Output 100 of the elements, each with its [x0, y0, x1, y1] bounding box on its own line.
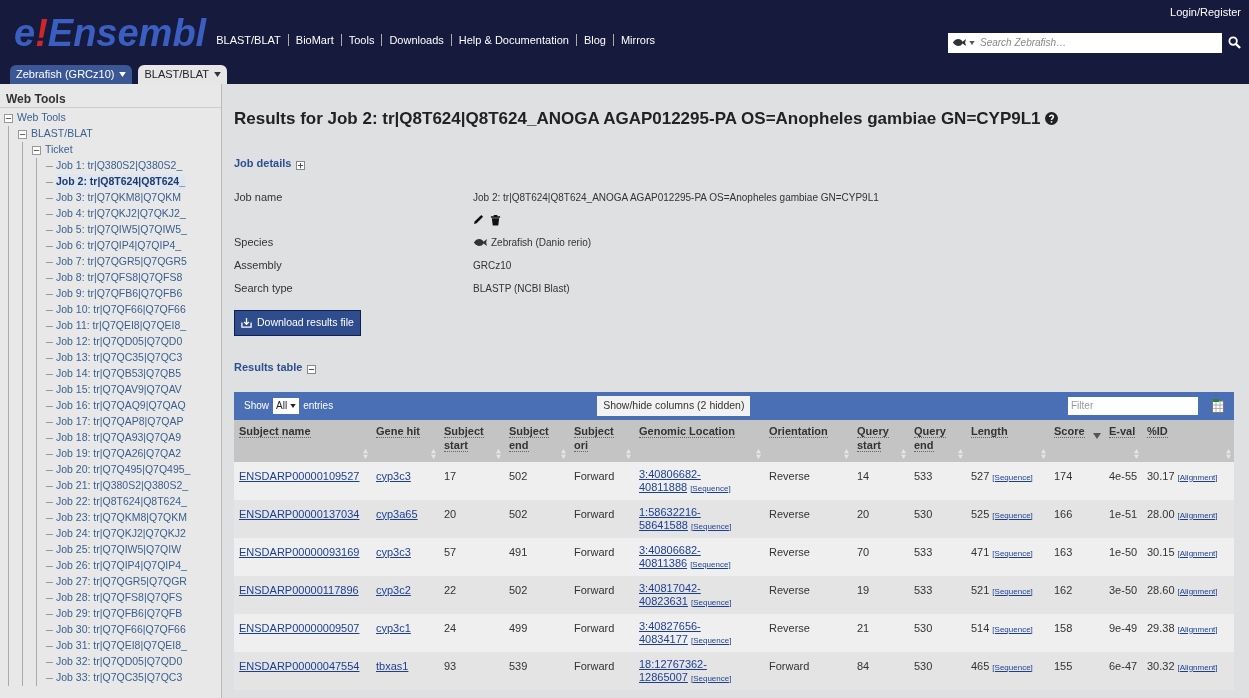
tree-toggle-icon[interactable] — [4, 113, 13, 123]
sequence-link[interactable]: [Sequence] — [690, 635, 732, 645]
sequence-link[interactable]: [Sequence] — [992, 624, 1033, 634]
job-link[interactable]: Job 9: tr|Q7QFB6|Q7QFB6 — [56, 286, 183, 302]
column-header[interactable]: Query start — [852, 419, 909, 462]
sequence-link[interactable]: [Sequence] — [992, 510, 1033, 520]
job-link[interactable]: Job 18: tr|Q7QA93|Q7QA9 — [56, 430, 182, 446]
alignment-link[interactable]: [Alignment] — [1177, 586, 1218, 596]
job-link[interactable]: Job 33: tr|Q7QC35|Q7QC3 — [56, 670, 183, 686]
tree-node[interactable]: BLAST/BLAT — [31, 126, 93, 142]
expand-icon[interactable] — [296, 160, 306, 170]
section-heading[interactable]: Results table — [234, 359, 303, 376]
trash-icon[interactable] — [490, 213, 501, 226]
job-link[interactable]: Job 17: tr|Q7QAP8|Q7QAP — [56, 414, 184, 430]
job-link[interactable]: Job 5: tr|Q7QIW5|Q7QIW5_ — [56, 222, 187, 238]
location-link[interactable]: 12865007 — [639, 670, 688, 683]
job-link[interactable]: Job 16: tr|Q7QAQ9|Q7QAQ — [56, 398, 186, 414]
species-selector[interactable] — [948, 32, 977, 53]
nav-link[interactable]: Mirrors — [620, 31, 656, 48]
gene-link[interactable]: cyp3c1 — [376, 621, 411, 634]
sequence-link[interactable]: [Sequence] — [992, 662, 1033, 672]
column-header[interactable]: Subject ori — [569, 419, 634, 462]
gene-link[interactable]: cyp3a65 — [376, 507, 418, 520]
job-link[interactable]: Job 27: tr|Q7QGR5|Q7QGR — [56, 574, 187, 590]
alignment-link[interactable]: [Alignment] — [1177, 472, 1218, 482]
spreadsheet-icon[interactable] — [1212, 397, 1224, 414]
search-icon[interactable] — [1228, 36, 1241, 49]
job-link[interactable]: Job 22: tr|Q8T624|Q8T624_ — [56, 494, 187, 510]
job-link[interactable]: Job 29: tr|Q7QFB6|Q7QFB — [56, 606, 183, 622]
species-tab[interactable]: Zebrafish (GRCz10) — [10, 65, 133, 84]
nav-link[interactable]: Blog — [583, 31, 606, 48]
column-header[interactable]: Query end — [909, 419, 966, 462]
job-link[interactable]: Job 10: tr|Q7QF66|Q7QF66 — [56, 302, 186, 318]
subject-link[interactable]: ENSDARP00000117896 — [239, 583, 359, 596]
location-link[interactable]: 58641588 — [639, 518, 688, 531]
location-link[interactable]: 40811888 — [639, 480, 688, 493]
location-link[interactable]: 40823631 — [639, 594, 688, 607]
job-link[interactable]: Job 30: tr|Q7QF66|Q7QF66 — [56, 622, 186, 638]
sequence-link[interactable]: [Sequence] — [690, 597, 732, 607]
location-link[interactable]: 3:40827656- — [639, 619, 701, 632]
job-link[interactable]: Job 28: tr|Q7QFS8|Q7QFS — [56, 590, 183, 606]
job-link[interactable]: Job 12: tr|Q7QD05|Q7QD0 — [56, 334, 183, 350]
nav-link[interactable]: BLAST/BLAT — [216, 31, 281, 48]
column-header[interactable]: Subject end — [504, 419, 569, 462]
sequence-link[interactable]: [Sequence] — [690, 521, 732, 531]
column-header[interactable]: Score — [1049, 419, 1104, 462]
entries-select[interactable]: All — [273, 397, 300, 414]
job-link[interactable]: Job 14: tr|Q7QB53|Q7QB5 — [56, 366, 182, 382]
location-link[interactable]: 3:40806682- — [639, 543, 701, 556]
job-link[interactable]: Job 6: tr|Q7QIP4|Q7QIP4_ — [56, 238, 182, 254]
column-header[interactable]: Orientation — [764, 419, 852, 462]
job-link[interactable]: Job 24: tr|Q7QKJ2|Q7QKJ2 — [56, 526, 186, 542]
subject-link[interactable]: ENSDARP00000047554 — [239, 659, 360, 672]
subject-link[interactable]: ENSDARP00000137034 — [239, 507, 360, 520]
job-link[interactable]: Job 23: tr|Q7QKM8|Q7QKM — [56, 510, 187, 526]
column-header[interactable]: %ID — [1142, 419, 1234, 462]
nav-link[interactable]: Tools — [348, 31, 375, 48]
alignment-link[interactable]: [Alignment] — [1177, 548, 1218, 558]
job-link[interactable]: Job 13: tr|Q7QC35|Q7QC3 — [56, 350, 183, 366]
job-link[interactable]: Job 32: tr|Q7QD05|Q7QD0 — [56, 654, 183, 670]
job-link[interactable]: Job 19: tr|Q7QA26|Q7QA2 — [56, 446, 182, 462]
job-link[interactable]: Job 3: tr|Q7QKM8|Q7QKM — [56, 190, 182, 206]
filter-field[interactable]: Filter — [1068, 396, 1198, 415]
section-heading[interactable]: Job details — [234, 155, 292, 172]
column-header[interactable]: Subject start — [439, 419, 504, 462]
column-header[interactable]: Gene hit — [371, 419, 439, 462]
subject-link[interactable]: ENSDARP00000093169 — [239, 545, 360, 558]
collapse-icon[interactable] — [307, 364, 317, 374]
job-link[interactable]: Job 1: tr|Q380S2|Q380S2_ — [56, 158, 183, 174]
location-link[interactable]: 3:40806682- — [639, 467, 701, 480]
location-link[interactable]: 40834177 — [639, 632, 688, 645]
help-icon[interactable] — [1044, 112, 1058, 126]
job-link[interactable]: Job 25: tr|Q7QIW5|Q7QIW — [56, 542, 182, 558]
job-link[interactable]: Job 8: tr|Q7QFS8|Q7QFS8 — [56, 270, 183, 286]
tree-toggle-icon[interactable] — [18, 129, 27, 139]
job-link[interactable]: Job 11: tr|Q7QEI8|Q7QEI8_ — [56, 318, 187, 334]
job-link[interactable]: Job 2: tr|Q8T624|Q8T624_ — [56, 174, 185, 190]
download-button[interactable]: Download results file — [234, 309, 361, 336]
nav-link[interactable]: Downloads — [389, 31, 444, 48]
subject-link[interactable]: ENSDARP00000009507 — [239, 621, 360, 634]
subject-link[interactable]: ENSDARP00000109527 — [239, 469, 360, 482]
job-link[interactable]: Job 7: tr|Q7QGR5|Q7QGR5 — [56, 254, 187, 270]
tree-node[interactable]: Ticket — [45, 142, 73, 158]
location-link[interactable]: 40811386 — [639, 556, 688, 569]
sequence-link[interactable]: [Sequence] — [992, 472, 1033, 482]
gene-link[interactable]: tbxas1 — [376, 659, 409, 672]
location-link[interactable]: 3:40817042- — [639, 581, 701, 594]
column-header[interactable]: Genomic Location — [634, 419, 764, 462]
alignment-link[interactable]: [Alignment] — [1177, 624, 1218, 634]
job-link[interactable]: Job 31: tr|Q7QEI8|Q7QEI8_ — [56, 638, 187, 654]
tree-node[interactable]: Web Tools — [17, 110, 66, 126]
search-field[interactable]: Search Zebrafish… — [977, 32, 1222, 53]
job-link[interactable]: Job 4: tr|Q7QKJ2|Q7QKJ2_ — [56, 206, 186, 222]
nav-link[interactable]: BioMart — [295, 31, 334, 48]
sequence-link[interactable]: [Sequence] — [992, 548, 1033, 558]
gene-link[interactable]: cyp3c3 — [376, 545, 411, 558]
column-header[interactable]: Subject name — [234, 419, 371, 462]
location-link[interactable]: 1:58632216- — [639, 505, 701, 518]
tree-toggle-icon[interactable] — [32, 145, 41, 155]
login-link[interactable]: Login/Register — [1170, 4, 1241, 21]
